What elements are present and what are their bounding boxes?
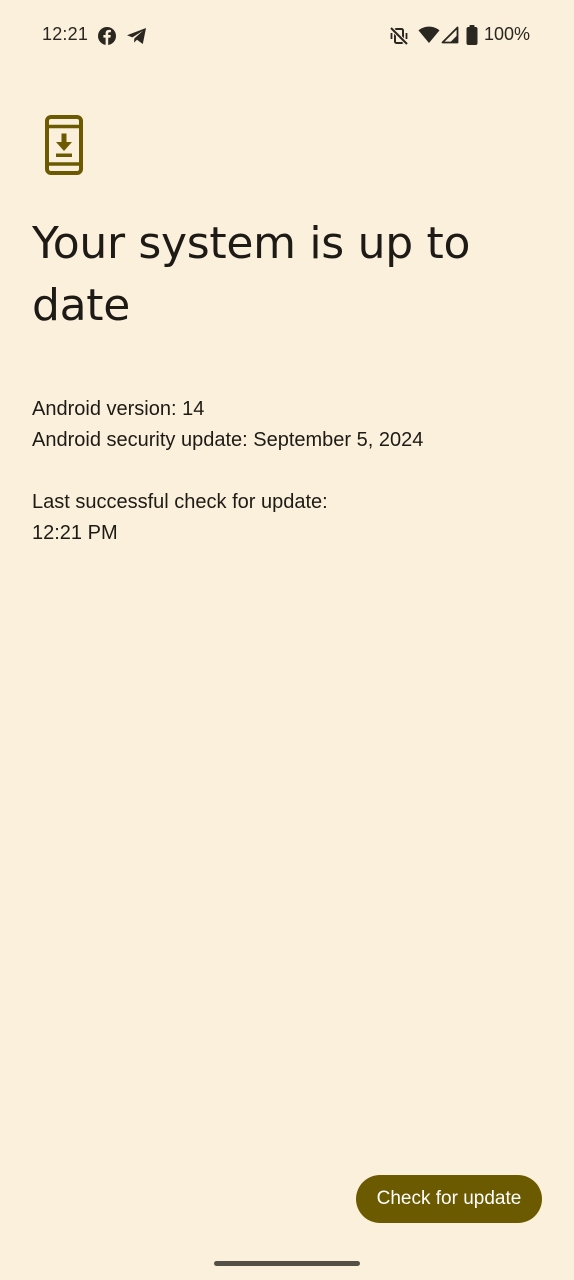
battery-percentage: 100% <box>484 24 531 44</box>
security-update-text: Android security update: September 5, 20… <box>32 429 424 451</box>
signal-icon <box>441 26 459 44</box>
last-check-info: Last successful check for update: 12:21 … <box>32 487 328 549</box>
page-title: Your system is up to date <box>32 218 471 331</box>
facebook-icon <box>98 27 116 45</box>
last-check-time: 12:21 PM <box>32 522 118 544</box>
wifi-icon <box>418 26 440 43</box>
battery-icon <box>466 25 478 45</box>
telegram-icon <box>127 28 146 44</box>
android-version-text: Android version: 14 <box>32 398 205 420</box>
phone-download-icon <box>45 115 83 175</box>
check-for-update-button[interactable]: Check for update <box>356 1175 542 1223</box>
last-check-label: Last successful check for update: <box>32 491 328 513</box>
status-time: 12:21 <box>42 24 89 44</box>
status-bar: 12:21 100% <box>0 0 574 72</box>
version-info: Android version: 14 Android security upd… <box>32 394 423 456</box>
navigation-handle[interactable] <box>214 1261 360 1266</box>
vibrate-off-icon <box>389 26 409 46</box>
